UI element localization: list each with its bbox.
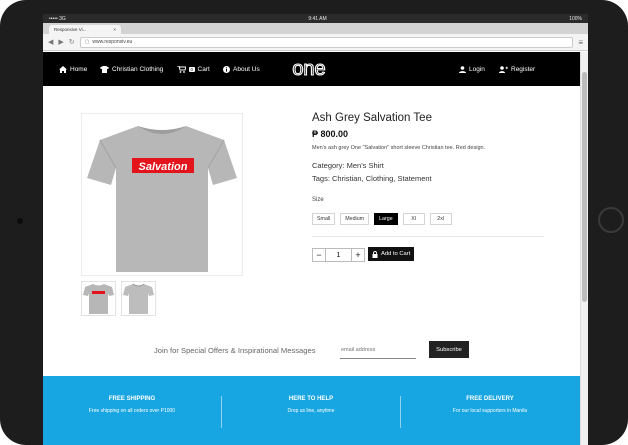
size-option-2xl[interactable]: 2xl xyxy=(429,213,452,225)
email-field[interactable] xyxy=(340,341,416,359)
status-bar: ••••• 3G 9:41 AM 100% xyxy=(43,14,588,23)
increment-button[interactable]: + xyxy=(351,248,365,262)
newsletter-text: Join for Special Offers & Inspirational … xyxy=(154,346,316,355)
nav-about-label: About Us xyxy=(233,65,260,73)
feature-heading: FREE DELIVERY xyxy=(466,396,514,402)
product-thumbnail-1[interactable] xyxy=(81,281,116,316)
feature-free-delivery: FREE DELIVERY For our local supporters i… xyxy=(401,376,579,445)
shirt-print-text: Salvation xyxy=(139,161,188,173)
size-label: Size xyxy=(312,197,324,203)
feature-here-to-help: HERE TO HELP Drop us line, anytime xyxy=(222,376,400,445)
size-option-small[interactable]: Small xyxy=(312,213,336,225)
nav-home[interactable]: Home xyxy=(59,52,87,86)
cart-count-badge: 0 xyxy=(189,66,195,72)
home-icon xyxy=(59,65,67,73)
product-page: Salvation Ash Grey Salvation Tee ₱ 800.0… xyxy=(43,86,580,376)
feature-free-shipping: FREE SHIPPING Free shipping on all order… xyxy=(43,376,221,445)
nav-about[interactable]: About Us xyxy=(223,52,260,86)
divider xyxy=(312,236,544,237)
nav-login-label: Login xyxy=(469,65,485,73)
user-icon xyxy=(459,65,466,73)
tablet-frame: ••••• 3G 9:41 AM 100% Responsive Vi... ×… xyxy=(0,0,628,445)
quantity-stepper: − 1 + xyxy=(312,248,365,262)
product-description: Men's ash grey One "Salvation" short sle… xyxy=(312,145,486,151)
feature-heading: FREE SHIPPING xyxy=(108,396,156,402)
thumbnail-shirt-icon xyxy=(83,284,114,314)
camera-icon xyxy=(17,218,23,224)
decrement-button[interactable]: − xyxy=(312,248,326,262)
tshirt-icon xyxy=(100,65,109,73)
thumbnail-shirt-icon xyxy=(123,283,154,314)
nav-cart-label: Cart xyxy=(197,65,210,73)
size-option-xl[interactable]: Xl xyxy=(402,213,425,225)
nav-cart[interactable]: 0 Cart xyxy=(177,52,210,86)
user-plus-icon xyxy=(499,65,508,73)
feature-text: Free shipping on all orders over P1000 xyxy=(88,408,176,414)
home-button[interactable] xyxy=(598,207,624,233)
browser-toolbar: ◀ ▶ ↻ ▢ www.responsiv.eu ≡ xyxy=(43,34,588,51)
tshirt-image: Salvation xyxy=(87,126,237,272)
quantity-value[interactable]: 1 xyxy=(326,248,351,262)
product-title: Ash Grey Salvation Tee xyxy=(312,112,432,124)
nav-home-label: Home xyxy=(70,65,88,73)
feature-text: Drop us line, anytime xyxy=(287,408,335,414)
subscribe-button[interactable]: Subscribe xyxy=(429,341,469,358)
cart-icon xyxy=(177,65,186,73)
tab-title: Responsive Vi... xyxy=(54,27,87,32)
browser-tab[interactable]: Responsive Vi... × xyxy=(49,25,121,34)
brand-logo[interactable]: one xyxy=(284,58,334,80)
product-price: ₱ 800.00 xyxy=(312,129,349,139)
battery-indicator: 100% xyxy=(569,15,582,22)
page-scrollbar[interactable] xyxy=(580,52,588,445)
info-icon xyxy=(223,65,230,73)
nav-register[interactable]: Register xyxy=(499,52,535,86)
newsletter-section: Join for Special Offers & Inspirational … xyxy=(43,336,580,366)
lock-icon xyxy=(372,250,378,258)
product-thumbnail-2[interactable] xyxy=(121,281,156,316)
product-category[interactable]: Category: Men's Shirt xyxy=(312,161,384,170)
forward-icon[interactable]: ▶ xyxy=(58,38,63,46)
reload-icon[interactable]: ↻ xyxy=(69,38,75,46)
size-option-large[interactable]: Large xyxy=(374,213,398,225)
url-text: www.responsiv.eu xyxy=(92,39,133,45)
site-navbar: Home Christian Clothing 0 Cart About Us … xyxy=(43,52,580,86)
nav-christian-clothing-label: Christian Clothing xyxy=(112,65,164,73)
menu-icon[interactable]: ≡ xyxy=(578,38,583,47)
product-main-image[interactable]: Salvation xyxy=(81,113,243,276)
nav-christian-clothing[interactable]: Christian Clothing xyxy=(100,52,163,86)
scrollbar-thumb[interactable] xyxy=(582,72,587,302)
page-icon: ▢ xyxy=(84,39,90,45)
clock: 9:41 AM xyxy=(308,15,327,22)
back-icon[interactable]: ◀ xyxy=(48,38,53,46)
feature-heading: HERE TO HELP xyxy=(288,396,334,402)
feature-text: For our local supporters in Manila xyxy=(452,408,528,414)
size-selector: Small Medium Large Xl 2xl xyxy=(312,213,452,225)
nav-login[interactable]: Login xyxy=(459,52,485,86)
features-footer: FREE SHIPPING Free shipping on all order… xyxy=(43,376,580,445)
tab-close-icon[interactable]: × xyxy=(113,27,116,32)
add-to-cart-button[interactable]: Add to Cart xyxy=(368,247,415,261)
address-bar[interactable]: ▢ www.responsiv.eu xyxy=(79,36,574,48)
nav-register-label: Register xyxy=(511,65,536,73)
product-tags[interactable]: Tags: Christian, Clothing, Statement xyxy=(312,174,432,183)
screen: ••••• 3G 9:41 AM 100% Responsive Vi... ×… xyxy=(43,14,588,445)
signal-indicator: ••••• 3G xyxy=(49,15,66,22)
logo-text: one xyxy=(292,58,325,80)
browser-tab-strip: Responsive Vi... × xyxy=(43,23,588,34)
size-option-medium[interactable]: Medium xyxy=(340,213,370,225)
add-to-cart-label: Add to Cart xyxy=(381,251,411,257)
